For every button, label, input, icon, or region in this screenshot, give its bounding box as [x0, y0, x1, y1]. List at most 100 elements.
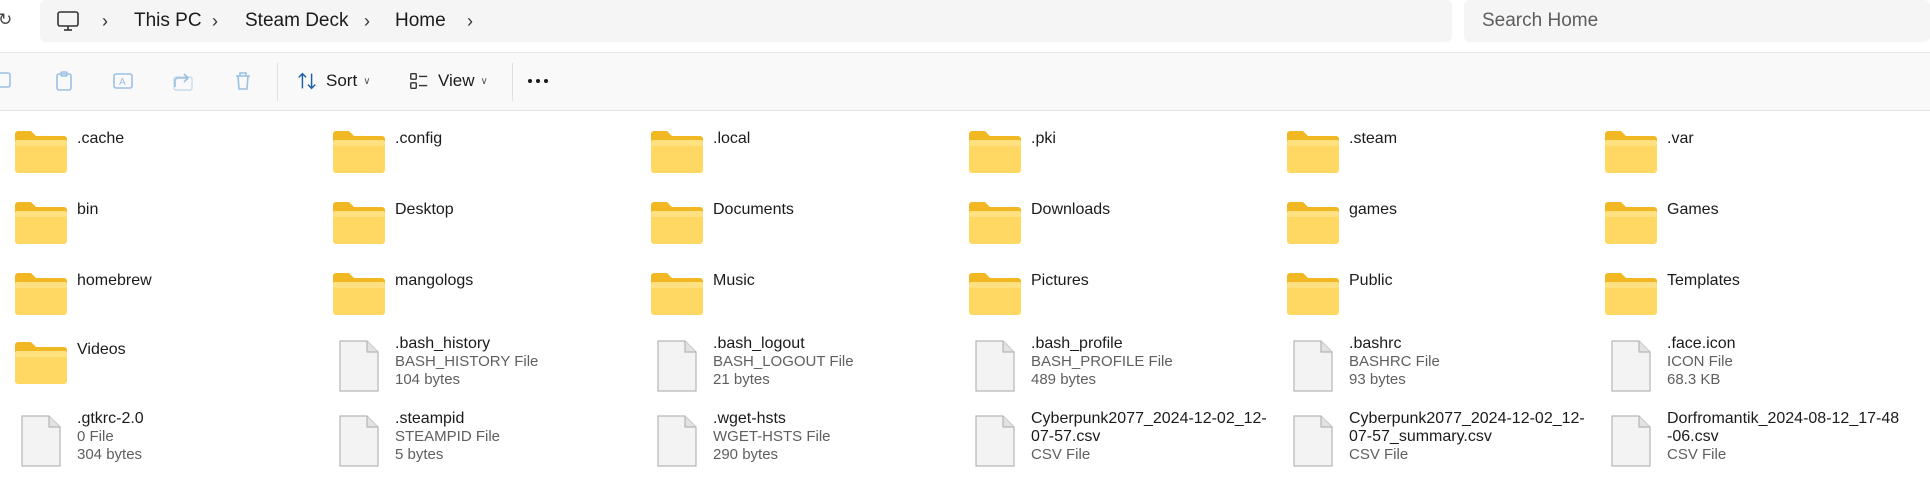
- item-type: CSV File: [1031, 446, 1091, 463]
- item-name: games: [1349, 201, 1398, 218]
- folder-icon: [651, 273, 703, 315]
- item-name: -06.csv: [1667, 428, 1719, 445]
- file-item[interactable]: .face.icon ICON File 68.3 KB: [1604, 335, 1922, 401]
- folder-item[interactable]: bin: [14, 199, 332, 261]
- file-icon: [1293, 340, 1333, 392]
- folder-item[interactable]: .config: [332, 128, 650, 190]
- sort-label: Sort: [326, 71, 358, 90]
- address-row: ↻ › This PC › Steam Deck › Home › Search…: [0, 0, 1930, 52]
- breadcrumb-home[interactable]: Home: [395, 9, 446, 33]
- view-icon: [410, 72, 428, 90]
- paste-icon[interactable]: [52, 69, 76, 93]
- file-item[interactable]: .bash_history BASH_HISTORY File 104 bytes: [332, 335, 650, 401]
- item-name: .face.icon: [1667, 335, 1736, 352]
- command-bar: A Sort ∨ View ∨: [0, 52, 1930, 111]
- file-item[interactable]: .bash_profile BASH_PROFILE File 489 bytes: [968, 335, 1286, 401]
- item-name: Desktop: [395, 201, 454, 218]
- file-icon: [1293, 415, 1333, 467]
- more-options-icon[interactable]: [528, 73, 558, 89]
- file-item[interactable]: .bashrc BASHRC File 93 bytes: [1286, 335, 1604, 401]
- folder-item[interactable]: .cache: [14, 128, 332, 190]
- item-name: bin: [77, 201, 99, 218]
- toolbar-divider: [512, 63, 513, 101]
- copy-icon[interactable]: [0, 69, 18, 93]
- item-name: homebrew: [77, 272, 152, 289]
- search-input[interactable]: Search Home: [1482, 10, 1598, 32]
- folder-item[interactable]: Desktop: [332, 199, 650, 261]
- this-pc-icon[interactable]: [56, 9, 80, 33]
- file-icon: [657, 415, 697, 467]
- folder-item[interactable]: mangologs: [332, 270, 650, 332]
- folder-item[interactable]: Music: [650, 270, 968, 332]
- file-item[interactable]: .wget-hsts WGET-HSTS File 290 bytes: [650, 410, 968, 476]
- file-item[interactable]: .steampid STEAMPID File 5 bytes: [332, 410, 650, 476]
- item-size: 5 bytes: [395, 446, 444, 463]
- folder-icon: [1605, 131, 1657, 173]
- item-name: Games: [1667, 201, 1719, 218]
- folder-icon: [15, 342, 67, 384]
- folder-item[interactable]: games: [1286, 199, 1604, 261]
- sort-icon: [298, 72, 316, 90]
- chevron-right-icon[interactable]: ›: [212, 9, 218, 33]
- breadcrumb-steam-deck[interactable]: Steam Deck: [245, 9, 348, 33]
- folder-item[interactable]: Public: [1286, 270, 1604, 332]
- item-name: .bash_logout: [713, 335, 805, 352]
- file-item[interactable]: Dorfromantik_2024-08-12_17-48 -06.csv CSV …: [1604, 410, 1922, 476]
- file-item[interactable]: Cyberpunk2077_2024-12-02_12- 07-57_summar…: [1286, 410, 1604, 476]
- item-type: BASH_LOGOUT File: [713, 353, 854, 370]
- folder-item[interactable]: .steam: [1286, 128, 1604, 190]
- item-type: 0 File: [77, 428, 114, 445]
- item-name: .bash_profile: [1031, 335, 1123, 352]
- file-icon: [975, 340, 1015, 392]
- item-name: Downloads: [1031, 201, 1111, 218]
- folder-item[interactable]: Templates: [1604, 270, 1922, 332]
- item-name: .local: [713, 130, 751, 147]
- view-label: View: [438, 71, 475, 90]
- folder-icon: [969, 273, 1021, 315]
- item-name: Cyberpunk2077_2024-12-02_12-: [1349, 410, 1585, 427]
- refresh-icon[interactable]: ↻: [0, 10, 18, 30]
- folder-icon: [1287, 202, 1339, 244]
- item-size: 304 bytes: [77, 446, 143, 463]
- chevron-down-icon: ∨: [480, 75, 488, 87]
- item-name: 07-57.csv: [1031, 428, 1101, 445]
- folder-icon: [1287, 131, 1339, 173]
- sort-button[interactable]: Sort ∨: [296, 65, 371, 97]
- folder-item[interactable]: Pictures: [968, 270, 1286, 332]
- file-icon: [975, 415, 1015, 467]
- file-item[interactable]: .bash_logout BASH_LOGOUT File 21 bytes: [650, 335, 968, 401]
- folder-item[interactable]: Downloads: [968, 199, 1286, 261]
- file-item[interactable]: .gtkrc-2.0 0 File 304 bytes: [14, 410, 332, 476]
- item-name: .var: [1667, 130, 1694, 147]
- rename-icon[interactable]: A: [111, 69, 135, 93]
- folder-icon: [1605, 202, 1657, 244]
- share-icon[interactable]: [171, 69, 195, 93]
- file-icon: [1611, 415, 1651, 467]
- search-box[interactable]: Search Home: [1464, 0, 1930, 42]
- chevron-right-icon[interactable]: ›: [102, 9, 108, 33]
- item-name: Music: [713, 272, 755, 289]
- folder-item[interactable]: .local: [650, 128, 968, 190]
- folder-item[interactable]: Games: [1604, 199, 1922, 261]
- item-type: BASH_HISTORY File: [395, 353, 539, 370]
- item-name: .cache: [77, 130, 125, 147]
- folder-icon: [651, 202, 703, 244]
- folder-item[interactable]: Documents: [650, 199, 968, 261]
- breadcrumb-this-pc[interactable]: This PC: [134, 9, 202, 33]
- chevron-right-icon[interactable]: ›: [364, 9, 370, 33]
- view-button[interactable]: View ∨: [408, 65, 488, 97]
- item-size: 290 bytes: [713, 446, 779, 463]
- folder-item[interactable]: .pki: [968, 128, 1286, 190]
- folder-item[interactable]: Videos: [14, 339, 332, 401]
- folder-icon: [333, 202, 385, 244]
- item-name: Dorfromantik_2024-08-12_17-48: [1667, 410, 1900, 427]
- folder-item[interactable]: .var: [1604, 128, 1922, 190]
- folder-item[interactable]: homebrew: [14, 270, 332, 332]
- toolbar-divider: [277, 63, 278, 101]
- chevron-right-icon[interactable]: ›: [467, 9, 473, 33]
- folder-icon: [969, 202, 1021, 244]
- delete-icon[interactable]: [231, 69, 255, 93]
- item-name: .gtkrc-2.0: [77, 410, 144, 427]
- file-item[interactable]: Cyberpunk2077_2024-12-02_12- 07-57.csv CSV…: [968, 410, 1286, 476]
- folder-icon: [1287, 273, 1339, 315]
